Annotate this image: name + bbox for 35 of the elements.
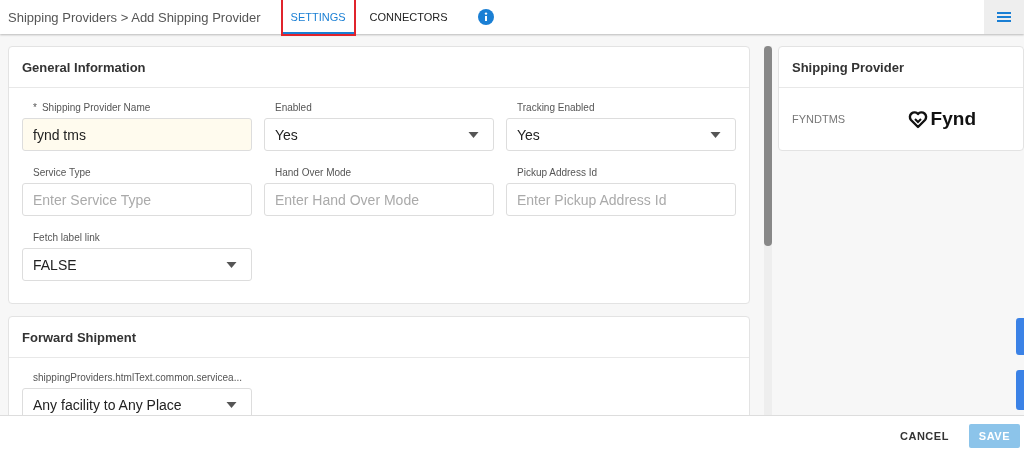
scrollbar[interactable]: [764, 46, 772, 415]
field-label: Enabled: [275, 102, 312, 113]
dropdown[interactable]: FALSE: [22, 248, 252, 281]
field-label: Service Type: [33, 167, 91, 178]
caret-icon: [226, 401, 237, 408]
caret-icon: [226, 261, 237, 268]
section-title: General Information: [22, 59, 146, 75]
caret-icon: [468, 131, 479, 138]
field-label: Tracking Enabled: [517, 102, 595, 113]
required-mark: *: [33, 102, 37, 113]
field-label: Hand Over Mode: [275, 167, 352, 178]
tab[interactable]: SETTINGS: [282, 0, 354, 34]
field-label: Fetch label link: [33, 232, 100, 243]
field-label: Shipping Provider Name: [41, 102, 151, 113]
menu-icon: [997, 12, 1011, 22]
tab[interactable]: CONNECTORS: [361, 0, 456, 34]
dropdown[interactable]: Yes: [264, 118, 494, 151]
text-field[interactable]: Enter Service Type: [22, 183, 252, 216]
heart-icon: [907, 109, 928, 129]
section-title: Forward Shipment: [22, 329, 137, 345]
logo-text: Fynd: [930, 108, 976, 130]
text-field[interactable]: Enter Pickup Address Id: [506, 183, 736, 216]
info-icon[interactable]: [477, 9, 494, 25]
caret-icon: [710, 131, 721, 138]
text-field[interactable]: fynd tms: [22, 118, 252, 151]
card-title: Shipping Provider: [792, 59, 904, 75]
field-label: shippingProviders.htmlText.common.servicea...: [33, 372, 242, 383]
dropdown[interactable]: Any facility to Any Place: [22, 388, 252, 415]
breadcrumb: Shipping Providers > Add Shipping Provider: [8, 9, 261, 25]
footer-button[interactable]: CANCEL: [890, 423, 959, 448]
text-field[interactable]: Enter Hand Over Mode: [264, 183, 494, 216]
field-label: Pickup Address Id: [517, 167, 598, 178]
menu-button[interactable]: [984, 0, 1024, 34]
dropdown[interactable]: Yes: [506, 118, 736, 151]
provider-code: FYNDTMS: [792, 113, 846, 125]
